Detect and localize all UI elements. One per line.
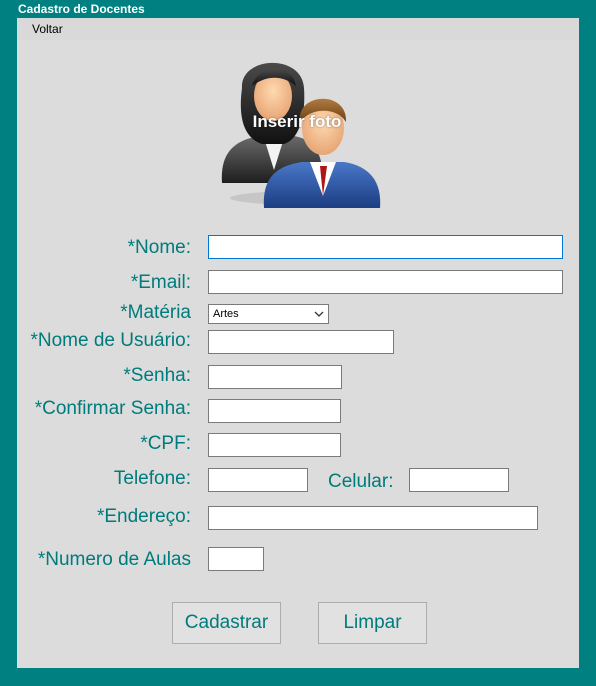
cpf-label: *CPF: xyxy=(140,433,191,454)
email-label: *Email: xyxy=(130,272,191,293)
celular-input[interactable] xyxy=(409,468,509,492)
window-bottom-border xyxy=(0,668,596,686)
senha-input[interactable] xyxy=(208,365,342,389)
form-panel: Voltar Inserir foto *Nome: *Email: *Maté… xyxy=(17,18,579,668)
celular-label: Celular: xyxy=(328,471,394,492)
back-menu-item[interactable]: Voltar xyxy=(32,22,63,36)
cpf-input[interactable] xyxy=(208,433,341,457)
nome-input[interactable] xyxy=(208,235,563,259)
insert-photo-button[interactable]: Inserir foto xyxy=(212,48,382,208)
cadastrar-button[interactable]: Cadastrar xyxy=(172,602,281,644)
numero-aulas-input[interactable] xyxy=(208,547,264,571)
endereco-label: *Endereço: xyxy=(96,506,191,527)
usuario-label: *Nome de Usuário: xyxy=(30,330,191,351)
insert-photo-label: Inserir foto xyxy=(252,112,342,131)
materia-selected-value: Artes xyxy=(213,308,239,320)
endereco-input[interactable] xyxy=(208,506,538,530)
menu-bar: Voltar xyxy=(17,18,579,40)
nome-label: *Nome: xyxy=(127,237,191,258)
limpar-button[interactable]: Limpar xyxy=(318,602,427,644)
chevron-down-icon xyxy=(314,311,324,317)
senha-label: *Senha: xyxy=(123,365,191,386)
confirmar-senha-label: *Confirmar Senha: xyxy=(34,398,191,419)
usuario-input[interactable] xyxy=(208,330,394,354)
telefone-label: Telefone: xyxy=(113,468,191,489)
window-title: Cadastro de Docentes xyxy=(18,2,145,16)
confirmar-senha-input[interactable] xyxy=(208,399,341,423)
materia-select[interactable]: Artes xyxy=(208,304,329,324)
numero-aulas-label: *Numero de Aulas xyxy=(37,549,191,570)
materia-label: *Matéria xyxy=(120,302,191,323)
email-input[interactable] xyxy=(208,270,563,294)
telefone-input[interactable] xyxy=(208,468,308,492)
